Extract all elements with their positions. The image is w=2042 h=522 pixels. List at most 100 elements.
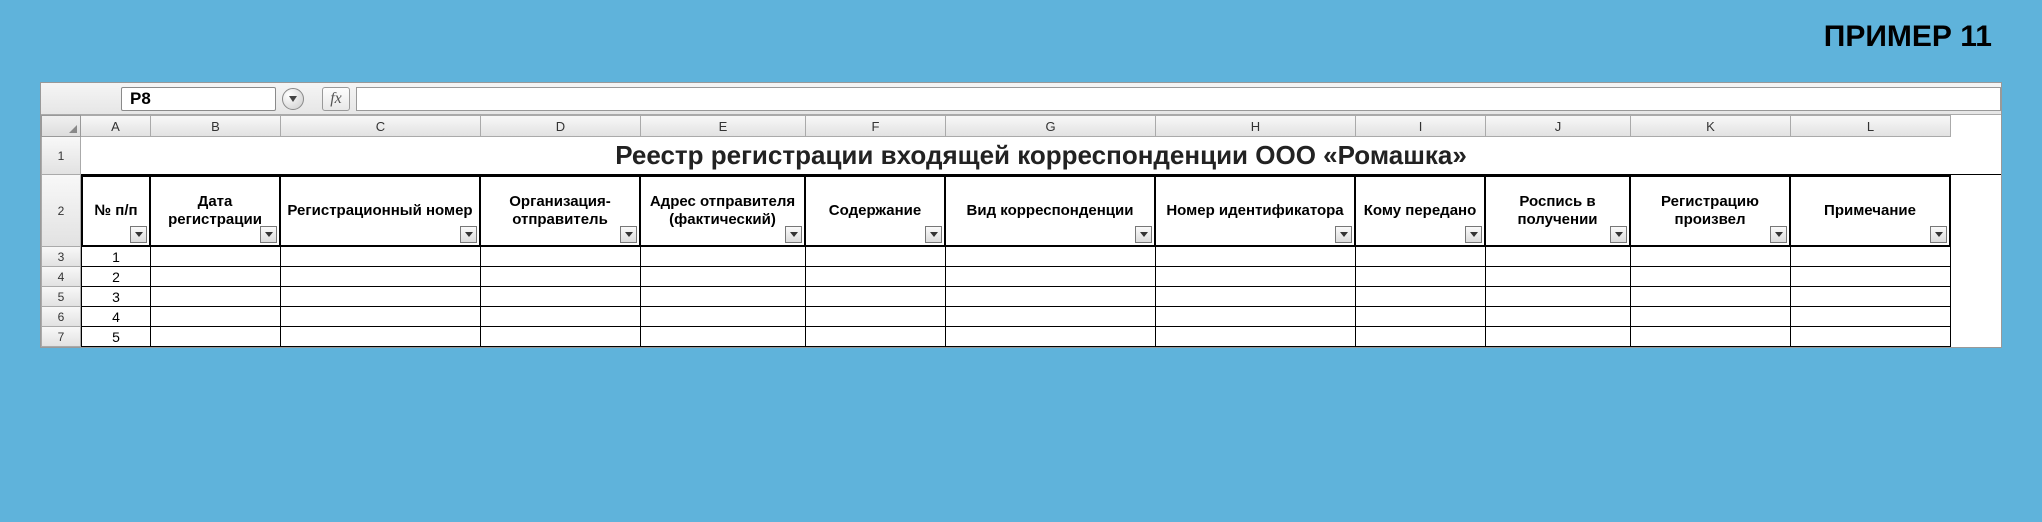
row-head-7[interactable]: 7 <box>41 327 81 347</box>
row-head-3[interactable]: 3 <box>41 247 81 267</box>
row-head-1[interactable]: 1 <box>41 137 81 175</box>
th-num[interactable]: № п/п <box>81 175 151 247</box>
cell[interactable] <box>806 287 946 307</box>
cell[interactable] <box>281 327 481 347</box>
th-content[interactable]: Содержание <box>806 175 946 247</box>
cell[interactable] <box>641 287 806 307</box>
cell[interactable] <box>641 327 806 347</box>
cell[interactable] <box>1356 247 1486 267</box>
th-org[interactable]: Организация-отправитель <box>481 175 641 247</box>
cell[interactable] <box>946 267 1156 287</box>
col-head-D[interactable]: D <box>481 115 641 137</box>
cell[interactable] <box>151 267 281 287</box>
th-note[interactable]: Примечание <box>1791 175 1951 247</box>
cell[interactable] <box>1356 307 1486 327</box>
col-head-C[interactable]: C <box>281 115 481 137</box>
th-identnum[interactable]: Номер идентификатора <box>1156 175 1356 247</box>
th-addr[interactable]: Адрес отправителя (фактический) <box>641 175 806 247</box>
filter-button[interactable] <box>925 226 942 243</box>
cell[interactable] <box>1486 267 1631 287</box>
cell[interactable] <box>1791 267 1951 287</box>
cell[interactable] <box>806 327 946 347</box>
cell[interactable] <box>1156 267 1356 287</box>
cell[interactable] <box>281 267 481 287</box>
th-regby[interactable]: Регистрацию произвел <box>1631 175 1791 247</box>
filter-button[interactable] <box>460 226 477 243</box>
cell[interactable] <box>1631 267 1791 287</box>
col-head-F[interactable]: F <box>806 115 946 137</box>
cell[interactable] <box>1791 247 1951 267</box>
cell[interactable] <box>1486 287 1631 307</box>
name-box[interactable]: P8 <box>121 87 276 111</box>
cell[interactable]: 5 <box>81 327 151 347</box>
cell[interactable] <box>946 327 1156 347</box>
filter-button[interactable] <box>1610 226 1627 243</box>
cell[interactable] <box>1356 287 1486 307</box>
cell[interactable] <box>151 287 281 307</box>
cell[interactable] <box>281 307 481 327</box>
cell[interactable]: 3 <box>81 287 151 307</box>
cell[interactable] <box>946 307 1156 327</box>
cell[interactable]: 2 <box>81 267 151 287</box>
row-head-4[interactable]: 4 <box>41 267 81 287</box>
cell[interactable] <box>1791 307 1951 327</box>
col-head-E[interactable]: E <box>641 115 806 137</box>
cell[interactable] <box>151 247 281 267</box>
cell[interactable] <box>481 267 641 287</box>
cell[interactable] <box>1156 247 1356 267</box>
cell[interactable] <box>641 267 806 287</box>
cell[interactable] <box>1356 267 1486 287</box>
cell[interactable] <box>1156 307 1356 327</box>
cell[interactable] <box>1156 327 1356 347</box>
filter-button[interactable] <box>1930 226 1947 243</box>
cell[interactable] <box>1631 327 1791 347</box>
cell[interactable] <box>151 307 281 327</box>
row-head-2[interactable]: 2 <box>41 175 81 247</box>
cell[interactable] <box>481 307 641 327</box>
sheet-title[interactable]: Реестр регистрации входящей корреспонден… <box>81 137 2001 175</box>
cell[interactable]: 1 <box>81 247 151 267</box>
filter-button[interactable] <box>1770 226 1787 243</box>
filter-button[interactable] <box>785 226 802 243</box>
cell[interactable] <box>806 247 946 267</box>
cell[interactable] <box>481 327 641 347</box>
cell[interactable] <box>1156 287 1356 307</box>
filter-button[interactable] <box>260 226 277 243</box>
filter-button[interactable] <box>1135 226 1152 243</box>
cell[interactable] <box>1791 287 1951 307</box>
filter-button[interactable] <box>130 226 147 243</box>
cell[interactable] <box>281 287 481 307</box>
name-box-dropdown[interactable] <box>282 88 304 110</box>
cell[interactable] <box>1791 327 1951 347</box>
th-corrtype[interactable]: Вид корреспонденции <box>946 175 1156 247</box>
cell[interactable] <box>946 287 1156 307</box>
filter-button[interactable] <box>620 226 637 243</box>
col-head-G[interactable]: G <box>946 115 1156 137</box>
formula-bar[interactable] <box>356 87 2001 111</box>
th-whom[interactable]: Кому передано <box>1356 175 1486 247</box>
col-head-I[interactable]: I <box>1356 115 1486 137</box>
col-head-B[interactable]: B <box>151 115 281 137</box>
col-head-K[interactable]: K <box>1631 115 1791 137</box>
filter-button[interactable] <box>1465 226 1482 243</box>
select-all-button[interactable] <box>41 115 81 137</box>
cell[interactable] <box>1631 247 1791 267</box>
row-head-5[interactable]: 5 <box>41 287 81 307</box>
cell[interactable] <box>1486 327 1631 347</box>
cell[interactable] <box>481 287 641 307</box>
row-head-6[interactable]: 6 <box>41 307 81 327</box>
cell[interactable] <box>946 247 1156 267</box>
cell[interactable] <box>1631 307 1791 327</box>
cell[interactable] <box>1631 287 1791 307</box>
col-head-L[interactable]: L <box>1791 115 1951 137</box>
filter-button[interactable] <box>1335 226 1352 243</box>
cell[interactable] <box>641 247 806 267</box>
cell[interactable] <box>1356 327 1486 347</box>
insert-function-button[interactable]: fx <box>322 87 350 111</box>
cell[interactable] <box>1486 247 1631 267</box>
cell[interactable] <box>806 307 946 327</box>
cell[interactable] <box>151 327 281 347</box>
th-date[interactable]: Дата регистрации <box>151 175 281 247</box>
cell[interactable] <box>641 307 806 327</box>
cell[interactable] <box>281 247 481 267</box>
